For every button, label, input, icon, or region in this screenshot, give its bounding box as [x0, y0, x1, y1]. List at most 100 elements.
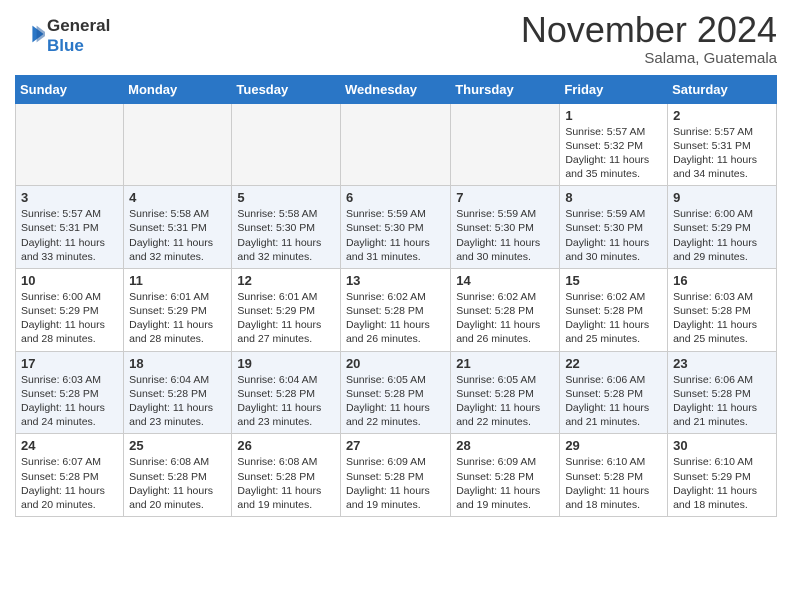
day-number: 6	[346, 190, 445, 205]
calendar-cell: 23Sunrise: 6:06 AMSunset: 5:28 PMDayligh…	[668, 351, 777, 434]
month-title: November 2024	[521, 10, 777, 50]
day-number: 16	[673, 273, 771, 288]
day-number: 25	[129, 438, 226, 453]
calendar-cell	[232, 103, 341, 186]
day-number: 28	[456, 438, 554, 453]
calendar-cell: 13 Sunrise: 6:02 AMSunset: 5:28 PMDayligh…	[340, 268, 450, 351]
calendar-cell: 21Sunrise: 6:05 AMSunset: 5:28 PMDayligh…	[451, 351, 560, 434]
day-info: Sunrise: 6:09 AMSunset: 5:28 PMDaylight:…	[456, 455, 554, 512]
day-info: Sunrise: 6:01 AMSunset: 5:29 PMDaylight:…	[237, 290, 335, 347]
calendar-cell: 26 Sunrise: 6:08 AMSunset: 5:28 PMDayligh…	[232, 434, 341, 517]
day-number: 5	[237, 190, 335, 205]
calendar-cell: 25 Sunrise: 6:08 AMSunset: 5:28 PMDayligh…	[124, 434, 232, 517]
day-number: 19	[237, 356, 335, 371]
calendar-week-1: 1 Sunrise: 5:57 AMSunset: 5:32 PMDaylight…	[16, 103, 777, 186]
day-info: Sunrise: 5:57 AMSunset: 5:32 PMDaylight:…	[565, 125, 662, 182]
day-info: Sunrise: 6:06 AMSunset: 5:28 PMDaylight:…	[565, 373, 662, 430]
location: Salama, Guatemala	[521, 50, 777, 67]
day-info: Sunrise: 5:59 AMSunset: 5:30 PMDaylight:…	[346, 207, 445, 264]
day-number: 23	[673, 356, 771, 371]
weekday-header-row: SundayMondayTuesdayWednesdayThursdayFrid…	[16, 75, 777, 103]
logo-area: General Blue	[15, 10, 110, 56]
calendar-cell: 10 Sunrise: 6:00 AMSunset: 5:29 PMDayligh…	[16, 268, 124, 351]
header: General Blue November 2024 Salama, Guate…	[15, 10, 777, 67]
calendar-week-5: 24 Sunrise: 6:07 AMSunset: 5:28 PMDayligh…	[16, 434, 777, 517]
day-info: Sunrise: 6:00 AMSunset: 5:29 PMDaylight:…	[673, 207, 771, 264]
calendar-cell: 3Sunrise: 5:57 AMSunset: 5:31 PMDaylight…	[16, 186, 124, 269]
day-number: 10	[21, 273, 118, 288]
day-number: 17	[21, 356, 118, 371]
calendar-week-3: 10 Sunrise: 6:00 AMSunset: 5:29 PMDayligh…	[16, 268, 777, 351]
day-info: Sunrise: 5:59 AMSunset: 5:30 PMDaylight:…	[456, 207, 554, 264]
day-number: 2	[673, 108, 771, 123]
calendar-cell: 27 Sunrise: 6:09 AMSunset: 5:28 PMDayligh…	[340, 434, 450, 517]
day-number: 9	[673, 190, 771, 205]
day-number: 4	[129, 190, 226, 205]
calendar-cell: 2 Sunrise: 5:57 AMSunset: 5:31 PMDaylight…	[668, 103, 777, 186]
calendar-cell: 5Sunrise: 5:58 AMSunset: 5:30 PMDaylight…	[232, 186, 341, 269]
day-info: Sunrise: 6:02 AMSunset: 5:28 PMDaylight:…	[346, 290, 445, 347]
page: General Blue November 2024 Salama, Guate…	[0, 0, 792, 532]
day-number: 18	[129, 356, 226, 371]
calendar-cell: 19 Sunrise: 6:04 AMSunset: 5:28 PMDayligh…	[232, 351, 341, 434]
calendar-week-2: 3Sunrise: 5:57 AMSunset: 5:31 PMDaylight…	[16, 186, 777, 269]
weekday-header-tuesday: Tuesday	[232, 75, 341, 103]
calendar-cell	[124, 103, 232, 186]
day-info: Sunrise: 6:02 AMSunset: 5:28 PMDaylight:…	[565, 290, 662, 347]
weekday-header-monday: Monday	[124, 75, 232, 103]
day-info: Sunrise: 5:59 AMSunset: 5:30 PMDaylight:…	[565, 207, 662, 264]
calendar-cell: 4 Sunrise: 5:58 AMSunset: 5:31 PMDaylight…	[124, 186, 232, 269]
calendar-cell: 24 Sunrise: 6:07 AMSunset: 5:28 PMDayligh…	[16, 434, 124, 517]
day-info: Sunrise: 6:03 AMSunset: 5:28 PMDaylight:…	[673, 290, 771, 347]
day-info: Sunrise: 6:03 AMSunset: 5:28 PMDaylight:…	[21, 373, 118, 430]
calendar-cell	[451, 103, 560, 186]
calendar-cell: 28 Sunrise: 6:09 AMSunset: 5:28 PMDayligh…	[451, 434, 560, 517]
day-info: Sunrise: 6:04 AMSunset: 5:28 PMDaylight:…	[129, 373, 226, 430]
day-number: 27	[346, 438, 445, 453]
day-number: 7	[456, 190, 554, 205]
day-number: 20	[346, 356, 445, 371]
day-number: 24	[21, 438, 118, 453]
day-number: 21	[456, 356, 554, 371]
calendar-cell: 22 Sunrise: 6:06 AMSunset: 5:28 PMDayligh…	[560, 351, 668, 434]
day-number: 11	[129, 273, 226, 288]
calendar-week-4: 17 Sunrise: 6:03 AMSunset: 5:28 PMDayligh…	[16, 351, 777, 434]
day-info: Sunrise: 6:07 AMSunset: 5:28 PMDaylight:…	[21, 455, 118, 512]
calendar-cell: 30Sunrise: 6:10 AMSunset: 5:29 PMDayligh…	[668, 434, 777, 517]
logo	[15, 20, 45, 53]
day-number: 15	[565, 273, 662, 288]
day-number: 1	[565, 108, 662, 123]
day-number: 30	[673, 438, 771, 453]
day-number: 26	[237, 438, 335, 453]
weekday-header-thursday: Thursday	[451, 75, 560, 103]
day-info: Sunrise: 6:04 AMSunset: 5:28 PMDaylight:…	[237, 373, 335, 430]
calendar-cell: 16 Sunrise: 6:03 AMSunset: 5:28 PMDayligh…	[668, 268, 777, 351]
day-info: Sunrise: 6:09 AMSunset: 5:28 PMDaylight:…	[346, 455, 445, 512]
day-number: 13	[346, 273, 445, 288]
calendar-cell: 9 Sunrise: 6:00 AMSunset: 5:29 PMDaylight…	[668, 186, 777, 269]
day-info: Sunrise: 6:02 AMSunset: 5:28 PMDaylight:…	[456, 290, 554, 347]
calendar-cell: 20Sunrise: 6:05 AMSunset: 5:28 PMDayligh…	[340, 351, 450, 434]
calendar-cell: 14 Sunrise: 6:02 AMSunset: 5:28 PMDayligh…	[451, 268, 560, 351]
calendar-cell	[340, 103, 450, 186]
day-info: Sunrise: 5:58 AMSunset: 5:31 PMDaylight:…	[129, 207, 226, 264]
weekday-header-friday: Friday	[560, 75, 668, 103]
weekday-header-wednesday: Wednesday	[340, 75, 450, 103]
day-info: Sunrise: 6:00 AMSunset: 5:29 PMDaylight:…	[21, 290, 118, 347]
day-info: Sunrise: 5:57 AMSunset: 5:31 PMDaylight:…	[673, 125, 771, 182]
logo-text: General Blue	[47, 16, 110, 56]
day-number: 22	[565, 356, 662, 371]
calendar: SundayMondayTuesdayWednesdayThursdayFrid…	[15, 75, 777, 517]
day-number: 3	[21, 190, 118, 205]
day-number: 14	[456, 273, 554, 288]
calendar-cell: 17 Sunrise: 6:03 AMSunset: 5:28 PMDayligh…	[16, 351, 124, 434]
calendar-cell: 7 Sunrise: 5:59 AMSunset: 5:30 PMDaylight…	[451, 186, 560, 269]
calendar-cell	[16, 103, 124, 186]
calendar-cell: 8Sunrise: 5:59 AMSunset: 5:30 PMDaylight…	[560, 186, 668, 269]
day-info: Sunrise: 6:08 AMSunset: 5:28 PMDaylight:…	[237, 455, 335, 512]
calendar-cell: 15 Sunrise: 6:02 AMSunset: 5:28 PMDayligh…	[560, 268, 668, 351]
day-number: 29	[565, 438, 662, 453]
day-info: Sunrise: 6:08 AMSunset: 5:28 PMDaylight:…	[129, 455, 226, 512]
calendar-cell: 29Sunrise: 6:10 AMSunset: 5:28 PMDayligh…	[560, 434, 668, 517]
calendar-cell: 6 Sunrise: 5:59 AMSunset: 5:30 PMDaylight…	[340, 186, 450, 269]
